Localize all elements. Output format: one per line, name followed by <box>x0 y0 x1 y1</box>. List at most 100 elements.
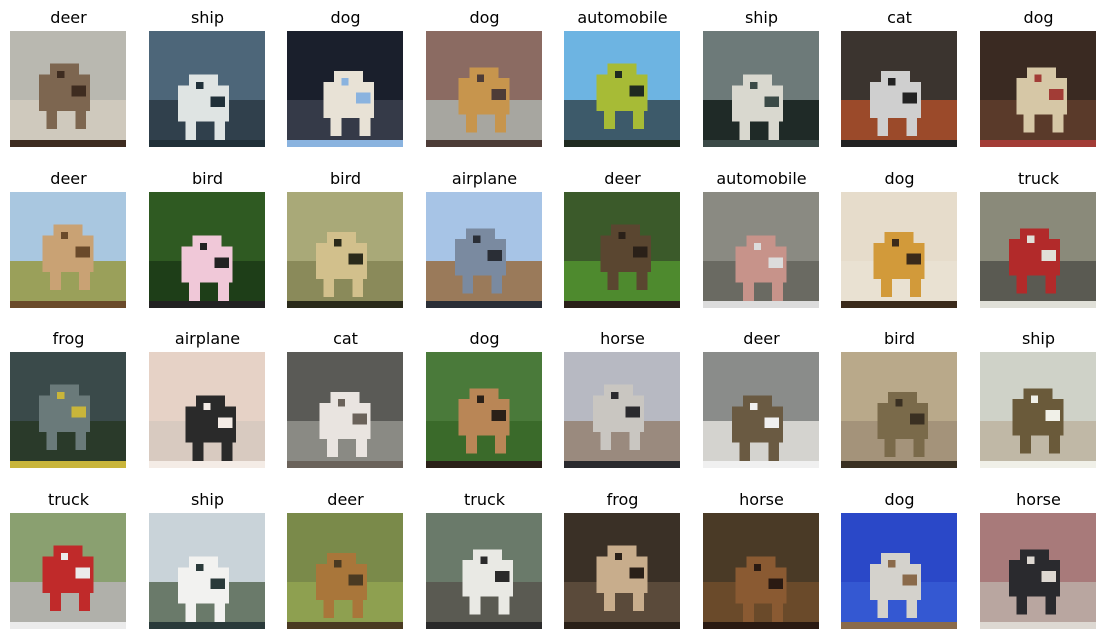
image-subject <box>636 271 648 290</box>
image-shadow <box>841 300 957 308</box>
image-pixels <box>980 513 1096 629</box>
image-class-label: deer <box>743 329 780 348</box>
image-pixels <box>10 352 126 468</box>
image-shadow <box>287 300 403 308</box>
image-subject <box>906 600 918 619</box>
image-cell: truck <box>10 488 127 630</box>
image-detail <box>629 85 644 97</box>
image-detail <box>196 81 204 89</box>
image-detail <box>895 399 903 407</box>
image-shadow <box>980 460 1096 468</box>
image-subject <box>877 118 889 137</box>
image-shadow <box>10 300 126 308</box>
image-pixels <box>287 31 403 147</box>
image-detail <box>199 242 207 250</box>
image-cell: cat <box>287 327 404 469</box>
image-thumbnail <box>564 192 680 308</box>
image-subject <box>884 439 896 458</box>
image-detail <box>909 413 925 425</box>
image-class-label: dog <box>884 490 915 509</box>
image-detail <box>57 391 65 400</box>
image-cell: deer <box>10 6 127 148</box>
image-subject <box>323 279 335 298</box>
image-subject <box>771 603 783 622</box>
image-pixels <box>149 31 265 147</box>
image-detail <box>60 231 68 240</box>
image-subject <box>1016 275 1028 294</box>
image-thumbnail <box>10 352 126 468</box>
image-subject <box>46 431 58 450</box>
image-detail <box>71 406 87 418</box>
image-thumbnail <box>564 31 680 147</box>
image-class-label: dog <box>469 8 500 27</box>
image-shadow <box>841 139 957 147</box>
image-thumbnail <box>149 352 265 468</box>
image-thumbnail <box>287 513 403 629</box>
image-detail <box>341 78 349 86</box>
image-thumbnail <box>287 352 403 468</box>
image-subject <box>739 442 751 461</box>
image-detail <box>75 567 90 579</box>
image-subject <box>214 121 226 140</box>
image-detail <box>750 81 758 89</box>
image-cell: frog <box>10 327 127 469</box>
image-subject <box>909 279 921 298</box>
image-shadow <box>149 621 265 629</box>
image-detail <box>753 563 761 571</box>
image-subject <box>768 442 780 461</box>
image-subject <box>913 439 925 458</box>
image-shadow <box>564 460 680 468</box>
image-subject <box>75 110 87 129</box>
image-thumbnail <box>841 352 957 468</box>
image-cell: dog <box>426 327 543 469</box>
image-shadow <box>149 300 265 308</box>
image-class-label: bird <box>883 329 916 348</box>
image-detail <box>888 78 896 86</box>
image-pixels <box>149 513 265 629</box>
image-thumbnail <box>426 352 542 468</box>
image-pixels <box>980 352 1096 468</box>
image-cell: horse <box>980 488 1097 630</box>
image-detail <box>1027 235 1035 243</box>
image-thumbnail <box>149 31 265 147</box>
image-thumbnail <box>980 31 1096 147</box>
image-cell: truck <box>980 167 1097 309</box>
image-class-label: dog <box>469 329 500 348</box>
image-detail <box>768 578 783 590</box>
image-shadow <box>564 300 680 308</box>
image-detail <box>625 406 641 418</box>
image-thumbnail <box>841 31 957 147</box>
image-thumbnail <box>703 192 819 308</box>
image-subject <box>491 275 503 294</box>
image-class-label: dog <box>884 169 915 188</box>
image-shadow <box>149 460 265 468</box>
image-class-label: automobile <box>577 8 668 27</box>
image-cell: airplane <box>149 327 266 469</box>
image-detail <box>75 246 90 258</box>
image-detail <box>352 413 367 425</box>
image-pixels <box>426 352 542 468</box>
image-class-label: ship <box>190 490 225 509</box>
image-shadow <box>980 139 1096 147</box>
image-subject <box>352 279 364 298</box>
image-subject <box>906 118 918 137</box>
image-shadow <box>841 621 957 629</box>
image-subject <box>1019 435 1031 454</box>
image-class-label: horse <box>1016 490 1061 509</box>
image-class-label: dog <box>330 8 361 27</box>
image-pixels <box>426 192 542 308</box>
image-cell: ship <box>149 6 266 148</box>
image-shadow <box>564 139 680 147</box>
image-detail <box>210 96 226 108</box>
image-shadow <box>426 621 542 629</box>
image-detail <box>334 560 342 568</box>
image-class-label: deer <box>50 169 87 188</box>
image-detail <box>480 556 488 564</box>
image-detail <box>1041 250 1057 261</box>
image-thumbnail <box>287 31 403 147</box>
image-cell: truck <box>426 488 543 630</box>
image-pixels <box>703 192 819 308</box>
image-shadow <box>10 139 126 147</box>
image-thumbnail <box>841 192 957 308</box>
image-subject <box>221 442 233 461</box>
